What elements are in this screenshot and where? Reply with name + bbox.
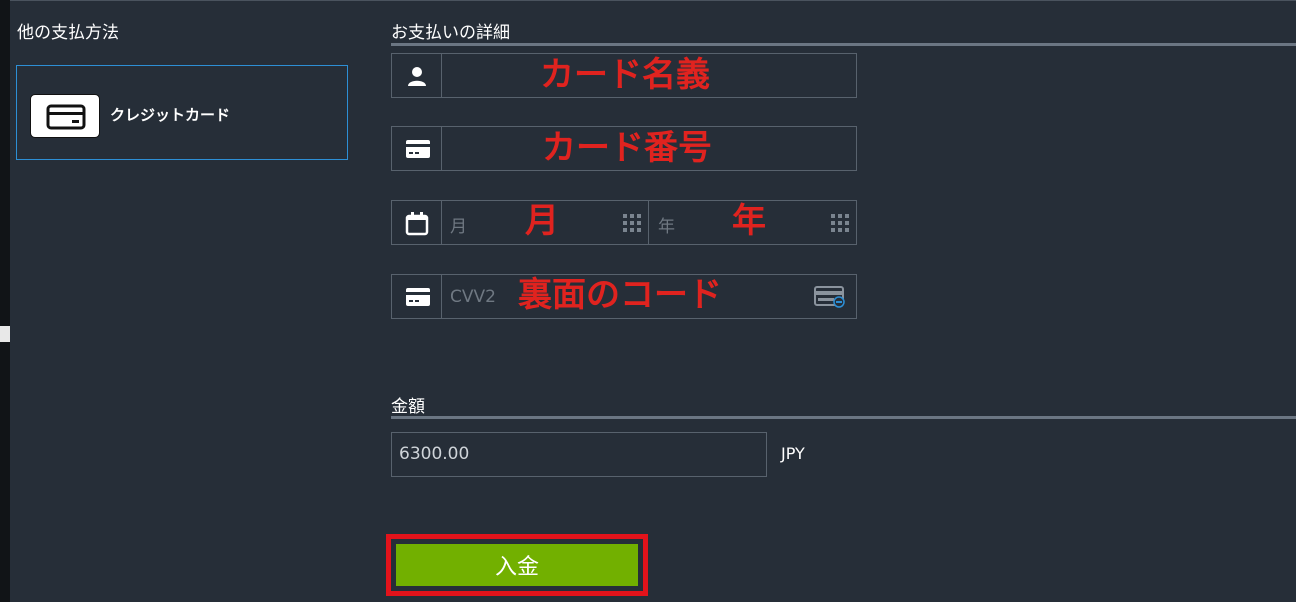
card-number-annotation: カード番号	[542, 128, 712, 168]
cvv-placeholder: CVV2	[450, 287, 496, 307]
section-divider	[391, 43, 1296, 46]
expiry-separator	[648, 201, 649, 244]
credit-card-icon	[392, 275, 442, 318]
left-edge-strip	[0, 0, 10, 602]
deposit-button[interactable]: 入金	[396, 544, 638, 586]
cvv-annotation: 裏面のコード	[518, 275, 722, 315]
year-placeholder: 年	[658, 217, 675, 237]
amount-input[interactable]: 6300.00	[391, 432, 767, 477]
month-placeholder: 月	[450, 217, 467, 237]
card-number-field[interactable]: カード番号	[391, 126, 857, 171]
grid-icon	[623, 214, 641, 232]
payment-method-label: クレジットカード	[110, 106, 231, 124]
month-annotation: 月	[525, 201, 559, 241]
cvv-field[interactable]: CVV2 裏面のコード	[391, 274, 857, 319]
card-back-icon[interactable]	[814, 286, 846, 308]
payment-method-credit-card[interactable]: クレジットカード	[16, 65, 348, 160]
amount-value: 6300.00	[399, 444, 470, 464]
credit-card-icon	[392, 127, 442, 170]
top-divider	[10, 0, 1296, 1]
currency-label: JPY	[781, 444, 805, 463]
amount-title: 金額	[391, 397, 425, 417]
expand-handle[interactable]	[0, 326, 10, 342]
amount-divider	[391, 416, 1296, 419]
card-name-annotation: カード名義	[540, 55, 710, 95]
year-annotation: 年	[732, 201, 766, 241]
grid-icon	[831, 214, 849, 232]
calendar-icon	[392, 201, 442, 244]
card-name-field[interactable]: カード名義	[391, 53, 857, 98]
other-methods-title: 他の支払方法	[17, 23, 119, 43]
expiry-field: 月 月 年 年	[391, 200, 857, 245]
credit-card-icon	[30, 94, 100, 138]
user-icon	[392, 54, 442, 97]
payment-details-title: お支払いの詳細	[391, 23, 510, 43]
